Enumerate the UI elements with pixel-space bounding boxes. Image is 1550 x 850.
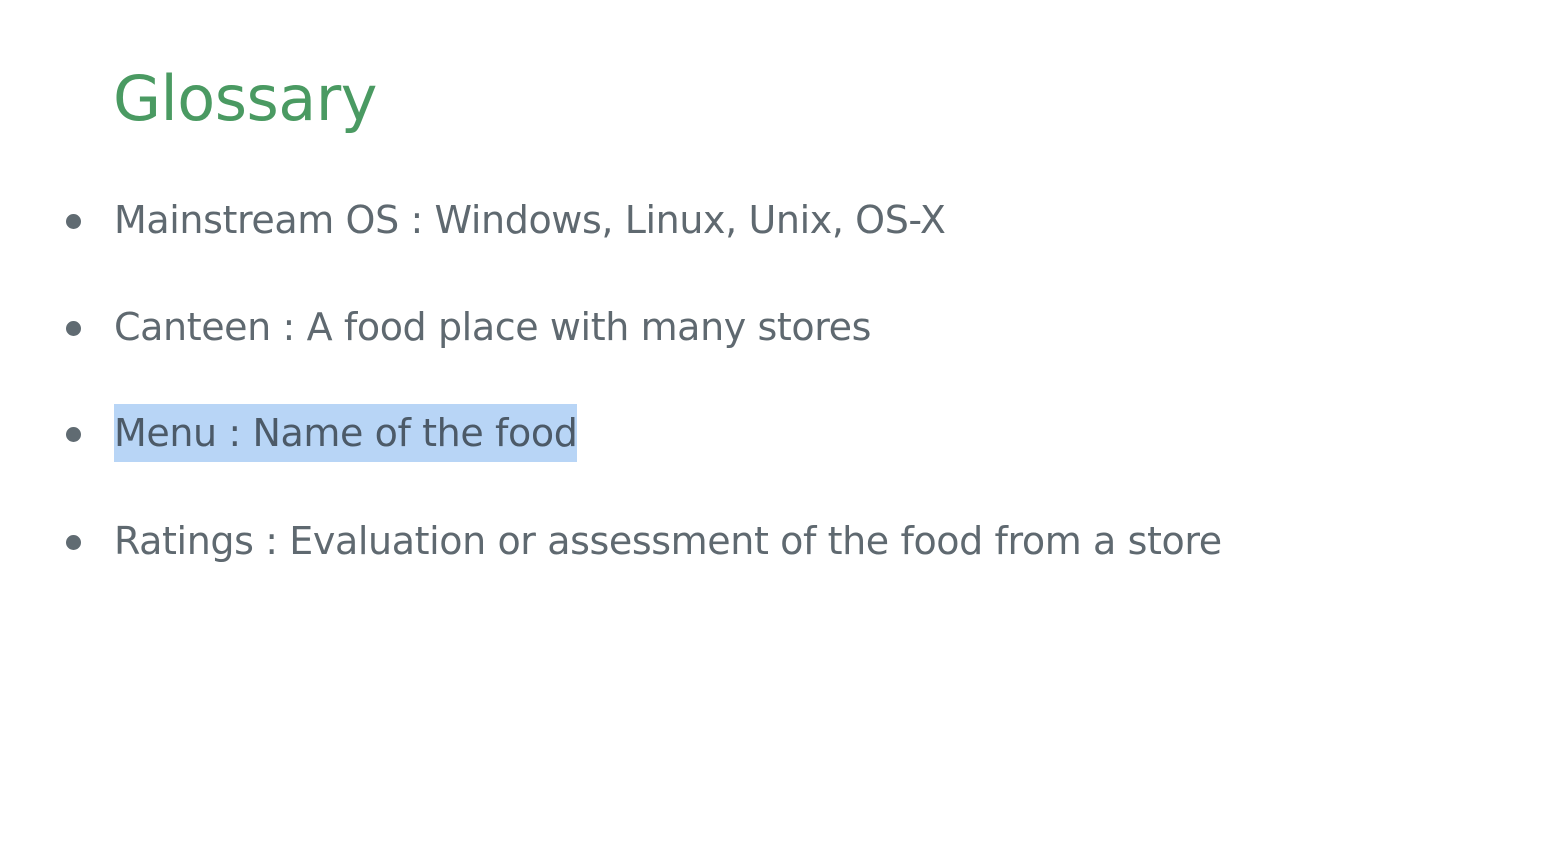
slide: Glossary Mainstream OS : Windows, Linux,… xyxy=(0,0,1550,850)
list-item: Ratings : Evaluation or assessment of th… xyxy=(0,512,1500,572)
list-item: Mainstream OS : Windows, Linux, Unix, OS… xyxy=(0,191,1500,251)
bullet-icon xyxy=(66,321,81,336)
glossary-entry-menu-selected[interactable]: Menu : Name of the food xyxy=(114,404,578,462)
glossary-entry-ratings[interactable]: Ratings : Evaluation or assessment of th… xyxy=(114,512,1222,570)
bullet-icon xyxy=(66,535,81,550)
slide-title[interactable]: Glossary xyxy=(113,58,377,140)
list-item: Canteen : A food place with many stores xyxy=(0,298,1500,358)
bullet-icon xyxy=(66,427,81,442)
bullet-icon xyxy=(66,214,81,229)
list-item: Menu : Name of the food xyxy=(0,404,1500,464)
glossary-entry-canteen[interactable]: Canteen : A food place with many stores xyxy=(114,298,871,356)
glossary-entry-mainstream-os[interactable]: Mainstream OS : Windows, Linux, Unix, OS… xyxy=(114,191,946,249)
